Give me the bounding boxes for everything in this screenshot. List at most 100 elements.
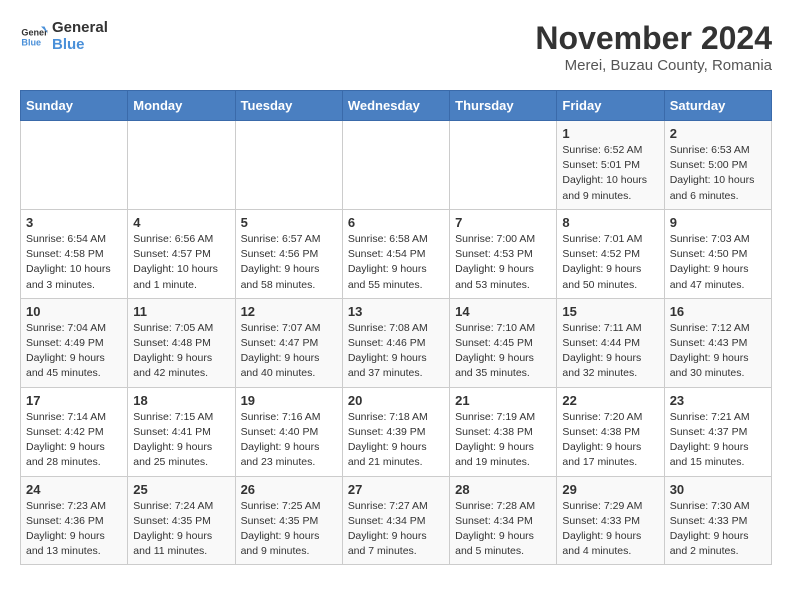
- day-number: 25: [133, 482, 229, 497]
- calendar-cell: 4Sunrise: 6:56 AM Sunset: 4:57 PM Daylig…: [128, 209, 235, 298]
- calendar-cell: 30Sunrise: 7:30 AM Sunset: 4:33 PM Dayli…: [664, 476, 771, 565]
- calendar-cell: [342, 121, 449, 210]
- calendar-cell: 1Sunrise: 6:52 AM Sunset: 5:01 PM Daylig…: [557, 121, 664, 210]
- svg-text:Blue: Blue: [21, 37, 41, 47]
- calendar-cell: 25 Sunrise: 7:24 AM Sunset: 4:35 PM Dayli…: [128, 476, 235, 565]
- day-number: 14: [455, 304, 551, 319]
- day-info: Sunrise: 7:14 AM Sunset: 4:42 PM Dayligh…: [26, 410, 122, 471]
- day-info: Sunrise: 7:29 AM Sunset: 4:33 PM Dayligh…: [562, 499, 658, 560]
- calendar-cell: 6Sunrise: 6:58 AM Sunset: 4:54 PM Daylig…: [342, 209, 449, 298]
- calendar-cell: 7 Sunrise: 7:00 AM Sunset: 4:53 PM Daylig…: [450, 209, 557, 298]
- day-info: Sunrise: 7:25 AM Sunset: 4:35 PM Dayligh…: [241, 499, 337, 560]
- day-info: Sunrise: 7:12 AM Sunset: 4:43 PM Dayligh…: [670, 321, 766, 382]
- logo-blue-text: Blue: [52, 37, 108, 54]
- calendar-cell: 23 Sunrise: 7:21 AM Sunset: 4:37 PM Dayli…: [664, 387, 771, 476]
- day-info: Sunrise: 7:19 AM Sunset: 4:38 PM Dayligh…: [455, 410, 551, 471]
- day-number: 13: [348, 304, 444, 319]
- day-number: 28: [455, 482, 551, 497]
- day-number: 19: [241, 393, 337, 408]
- calendar-cell: 29 Sunrise: 7:29 AM Sunset: 4:33 PM Dayli…: [557, 476, 664, 565]
- day-info: Sunrise: 7:04 AM Sunset: 4:49 PM Dayligh…: [26, 321, 122, 382]
- day-info: Sunrise: 7:27 AM Sunset: 4:34 PM Dayligh…: [348, 499, 444, 560]
- day-info: Sunrise: 7:15 AM Sunset: 4:41 PM Dayligh…: [133, 410, 229, 471]
- calendar-cell: 22Sunrise: 7:20 AM Sunset: 4:38 PM Dayli…: [557, 387, 664, 476]
- day-info: Sunrise: 6:54 AM Sunset: 4:58 PM Dayligh…: [26, 232, 122, 293]
- calendar-cell: 10Sunrise: 7:04 AM Sunset: 4:49 PM Dayli…: [21, 298, 128, 387]
- calendar-cell: 11 Sunrise: 7:05 AM Sunset: 4:48 PM Dayli…: [128, 298, 235, 387]
- calendar-week-row: 10Sunrise: 7:04 AM Sunset: 4:49 PM Dayli…: [21, 298, 772, 387]
- day-number: 8: [562, 215, 658, 230]
- weekday-header-sunday: Sunday: [21, 91, 128, 121]
- calendar-cell: 3Sunrise: 6:54 AM Sunset: 4:58 PM Daylig…: [21, 209, 128, 298]
- day-number: 18: [133, 393, 229, 408]
- day-info: Sunrise: 7:00 AM Sunset: 4:53 PM Dayligh…: [455, 232, 551, 293]
- logo-icon: General Blue: [20, 23, 48, 51]
- calendar-cell: 8 Sunrise: 7:01 AM Sunset: 4:52 PM Daylig…: [557, 209, 664, 298]
- day-number: 5: [241, 215, 337, 230]
- day-info: Sunrise: 7:23 AM Sunset: 4:36 PM Dayligh…: [26, 499, 122, 560]
- calendar-cell: [235, 121, 342, 210]
- calendar-week-row: 1Sunrise: 6:52 AM Sunset: 5:01 PM Daylig…: [21, 121, 772, 210]
- calendar-cell: 13 Sunrise: 7:08 AM Sunset: 4:46 PM Dayli…: [342, 298, 449, 387]
- day-number: 20: [348, 393, 444, 408]
- calendar-cell: 21 Sunrise: 7:19 AM Sunset: 4:38 PM Dayli…: [450, 387, 557, 476]
- calendar-cell: 27 Sunrise: 7:27 AM Sunset: 4:34 PM Dayli…: [342, 476, 449, 565]
- day-info: Sunrise: 7:24 AM Sunset: 4:35 PM Dayligh…: [133, 499, 229, 560]
- day-info: Sunrise: 6:53 AM Sunset: 5:00 PM Dayligh…: [670, 143, 766, 204]
- day-number: 22: [562, 393, 658, 408]
- weekday-header-row: SundayMondayTuesdayWednesdayThursdayFrid…: [21, 91, 772, 121]
- day-number: 6: [348, 215, 444, 230]
- calendar-cell: 19 Sunrise: 7:16 AM Sunset: 4:40 PM Dayli…: [235, 387, 342, 476]
- day-number: 2: [670, 126, 766, 141]
- page-subtitle: Merei, Buzau County, Romania: [535, 57, 772, 74]
- weekday-header-saturday: Saturday: [664, 91, 771, 121]
- day-info: Sunrise: 6:52 AM Sunset: 5:01 PM Dayligh…: [562, 143, 658, 204]
- calendar-cell: 28 Sunrise: 7:28 AM Sunset: 4:34 PM Dayli…: [450, 476, 557, 565]
- weekday-header-thursday: Thursday: [450, 91, 557, 121]
- day-info: Sunrise: 7:18 AM Sunset: 4:39 PM Dayligh…: [348, 410, 444, 471]
- day-info: Sunrise: 6:56 AM Sunset: 4:57 PM Dayligh…: [133, 232, 229, 293]
- calendar-cell: [21, 121, 128, 210]
- header: General Blue General Blue November 2024 …: [20, 20, 772, 74]
- weekday-header-tuesday: Tuesday: [235, 91, 342, 121]
- day-number: 15: [562, 304, 658, 319]
- calendar-cell: [450, 121, 557, 210]
- day-info: Sunrise: 7:21 AM Sunset: 4:37 PM Dayligh…: [670, 410, 766, 471]
- calendar-cell: 9Sunrise: 7:03 AM Sunset: 4:50 PM Daylig…: [664, 209, 771, 298]
- day-info: Sunrise: 7:08 AM Sunset: 4:46 PM Dayligh…: [348, 321, 444, 382]
- day-number: 23: [670, 393, 766, 408]
- calendar-cell: 26Sunrise: 7:25 AM Sunset: 4:35 PM Dayli…: [235, 476, 342, 565]
- calendar-cell: 14 Sunrise: 7:10 AM Sunset: 4:45 PM Dayli…: [450, 298, 557, 387]
- day-info: Sunrise: 7:30 AM Sunset: 4:33 PM Dayligh…: [670, 499, 766, 560]
- day-info: Sunrise: 7:01 AM Sunset: 4:52 PM Dayligh…: [562, 232, 658, 293]
- weekday-header-friday: Friday: [557, 91, 664, 121]
- calendar-week-row: 24 Sunrise: 7:23 AM Sunset: 4:36 PM Dayli…: [21, 476, 772, 565]
- calendar-cell: 12 Sunrise: 7:07 AM Sunset: 4:47 PM Dayli…: [235, 298, 342, 387]
- day-number: 27: [348, 482, 444, 497]
- calendar-table: SundayMondayTuesdayWednesdayThursdayFrid…: [20, 90, 772, 565]
- day-info: Sunrise: 7:07 AM Sunset: 4:47 PM Dayligh…: [241, 321, 337, 382]
- calendar-cell: 18 Sunrise: 7:15 AM Sunset: 4:41 PM Dayli…: [128, 387, 235, 476]
- calendar-week-row: 3Sunrise: 6:54 AM Sunset: 4:58 PM Daylig…: [21, 209, 772, 298]
- title-block: November 2024 Merei, Buzau County, Roman…: [535, 20, 772, 74]
- day-number: 17: [26, 393, 122, 408]
- day-info: Sunrise: 7:16 AM Sunset: 4:40 PM Dayligh…: [241, 410, 337, 471]
- logo-general-text: General: [52, 20, 108, 37]
- logo: General Blue General Blue: [20, 20, 108, 53]
- day-info: Sunrise: 7:10 AM Sunset: 4:45 PM Dayligh…: [455, 321, 551, 382]
- calendar-cell: 2 Sunrise: 6:53 AM Sunset: 5:00 PM Daylig…: [664, 121, 771, 210]
- day-number: 24: [26, 482, 122, 497]
- calendar-cell: 24 Sunrise: 7:23 AM Sunset: 4:36 PM Dayli…: [21, 476, 128, 565]
- day-number: 11: [133, 304, 229, 319]
- day-number: 21: [455, 393, 551, 408]
- calendar-cell: 5 Sunrise: 6:57 AM Sunset: 4:56 PM Daylig…: [235, 209, 342, 298]
- day-number: 12: [241, 304, 337, 319]
- day-number: 29: [562, 482, 658, 497]
- day-info: Sunrise: 7:28 AM Sunset: 4:34 PM Dayligh…: [455, 499, 551, 560]
- day-number: 16: [670, 304, 766, 319]
- day-number: 7: [455, 215, 551, 230]
- day-info: Sunrise: 6:57 AM Sunset: 4:56 PM Dayligh…: [241, 232, 337, 293]
- day-info: Sunrise: 7:05 AM Sunset: 4:48 PM Dayligh…: [133, 321, 229, 382]
- calendar-cell: 17 Sunrise: 7:14 AM Sunset: 4:42 PM Dayli…: [21, 387, 128, 476]
- calendar-cell: 20 Sunrise: 7:18 AM Sunset: 4:39 PM Dayli…: [342, 387, 449, 476]
